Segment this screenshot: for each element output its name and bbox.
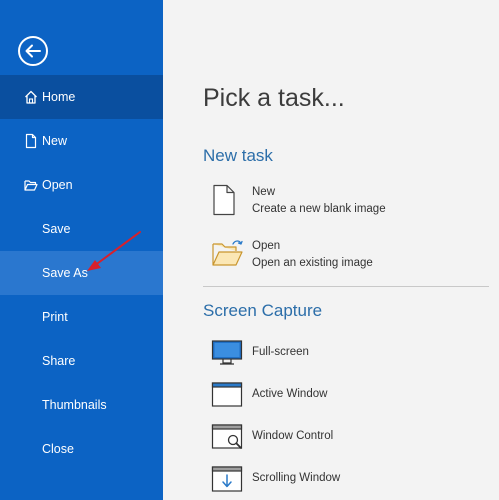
sidebar-item-thumbnails[interactable]: Thumbnails	[0, 383, 163, 427]
page-title: Pick a task...	[203, 84, 345, 112]
home-icon	[25, 90, 37, 104]
capture-label: Active Window	[252, 388, 328, 400]
capture-label: Full-screen	[252, 346, 309, 358]
open-folder-icon	[212, 240, 243, 266]
capture-full-screen[interactable]: Full-screen	[207, 339, 487, 369]
sidebar-item-home[interactable]: Home	[0, 75, 163, 119]
sidebar-item-label: Thumbnails	[42, 398, 107, 412]
section-divider	[203, 286, 489, 287]
capture-label: Scrolling Window	[252, 472, 341, 484]
monitor-icon	[211, 340, 243, 365]
open-folder-icon	[24, 180, 38, 191]
sidebar-item-label: Close	[42, 442, 74, 456]
sidebar-item-print[interactable]: Print	[0, 295, 163, 339]
screen-capture-heading: Screen Capture	[203, 301, 323, 320]
scroll-window-icon	[211, 466, 243, 492]
back-button[interactable]	[17, 35, 49, 67]
sidebar-item-label: New	[42, 134, 68, 148]
main-panel: Pick a task... New task New Create a new…	[163, 0, 499, 500]
sidebar-item-close[interactable]: Close	[0, 427, 163, 471]
sidebar-item-label: Share	[42, 354, 76, 368]
task-description: Create a new blank image	[252, 203, 386, 215]
task-description: Open an existing image	[252, 257, 373, 269]
annotation-arrow-icon	[87, 231, 141, 271]
blank-page-icon	[213, 184, 235, 216]
sidebar-item-new[interactable]: New	[0, 119, 163, 163]
task-name: New	[252, 186, 276, 198]
task-open[interactable]: Open Open an existing image	[207, 238, 487, 278]
capture-window-control[interactable]: Window Control	[207, 423, 487, 453]
task-name: Open	[252, 240, 281, 252]
capture-active-window[interactable]: Active Window	[207, 381, 487, 411]
back-arrow-icon	[18, 36, 48, 66]
window-icon	[211, 382, 243, 407]
capture-label: Window Control	[252, 430, 334, 442]
window-magnifier-icon	[211, 424, 243, 449]
task-new[interactable]: New Create a new blank image	[207, 184, 487, 224]
sidebar-item-label: Home	[42, 90, 76, 104]
sidebar-item-share[interactable]: Share	[0, 339, 163, 383]
capture-scrolling-window[interactable]: Scrolling Window	[207, 465, 487, 495]
sidebar-item-label: Open	[42, 178, 73, 192]
new-document-icon	[25, 133, 37, 149]
sidebar-item-open[interactable]: Open	[0, 163, 163, 207]
sidebar-item-label: Save	[42, 222, 71, 236]
sidebar-item-label: Print	[42, 310, 68, 324]
new-task-heading: New task	[203, 146, 273, 165]
